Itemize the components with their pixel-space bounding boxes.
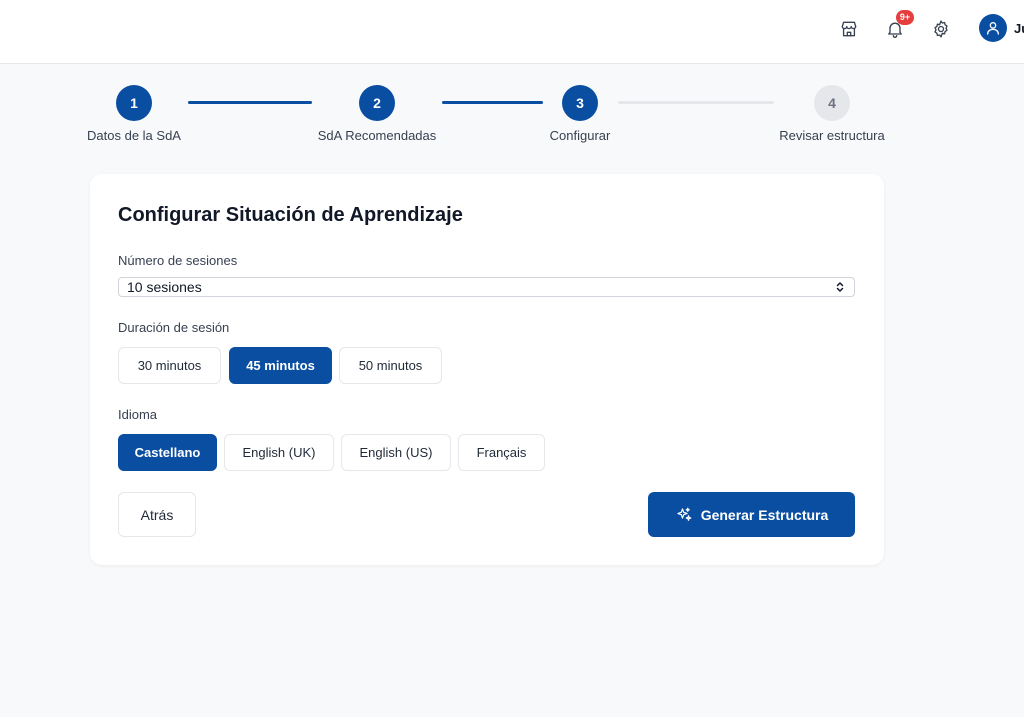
step-2-circle[interactable]: 2 [359, 85, 395, 121]
language-label: Idioma [118, 407, 158, 422]
generate-structure-button[interactable]: Generar Estructura [648, 492, 855, 537]
language-option-francais[interactable]: Français [458, 434, 545, 471]
user-avatar[interactable] [979, 14, 1007, 42]
notification-badge: 9+ [896, 10, 914, 25]
sessions-select[interactable]: 10 sesiones [118, 277, 855, 297]
back-button[interactable]: Atrás [118, 492, 196, 537]
sparkles-icon [677, 507, 692, 521]
store-icon[interactable] [836, 16, 862, 42]
top-bar: 9+ Ju [0, 0, 1024, 64]
duration-option-50[interactable]: 50 minutos [339, 347, 442, 384]
language-option-castellano[interactable]: Castellano [118, 434, 217, 471]
step-3-circle[interactable]: 3 [562, 85, 598, 121]
language-option-english-us[interactable]: English (US) [341, 434, 451, 471]
step-connector [442, 101, 543, 104]
step-connector [618, 101, 774, 104]
generate-structure-label: Generar Estructura [700, 506, 829, 523]
step-1-label: Datos de la SdA [87, 128, 181, 143]
page-title: Configurar Situación de Aprendizaje [118, 204, 463, 226]
duration-option-45[interactable]: 45 minutos [229, 347, 332, 384]
sessions-label: Número de sesiones [118, 253, 238, 268]
step-4-circle[interactable]: 4 [814, 85, 850, 121]
duration-label: Duración de sesión [118, 320, 230, 335]
config-card: Configurar Situación de Aprendizaje Núme… [90, 174, 884, 565]
user-name[interactable]: Ju [1014, 21, 1024, 36]
step-2-label: SdA Recomendadas [317, 128, 437, 143]
step-connector [188, 101, 312, 104]
step-1-circle[interactable]: 1 [116, 85, 152, 121]
duration-option-30[interactable]: 30 minutos [118, 347, 221, 384]
gear-icon[interactable] [928, 16, 954, 42]
step-4-label: Revisar estructura [779, 128, 885, 143]
language-option-english-uk[interactable]: English (UK) [224, 434, 334, 471]
chevron-updown-icon [836, 282, 844, 292]
step-3-label: Configurar [549, 128, 611, 143]
sessions-select-value: 10 sesiones [127, 279, 202, 295]
